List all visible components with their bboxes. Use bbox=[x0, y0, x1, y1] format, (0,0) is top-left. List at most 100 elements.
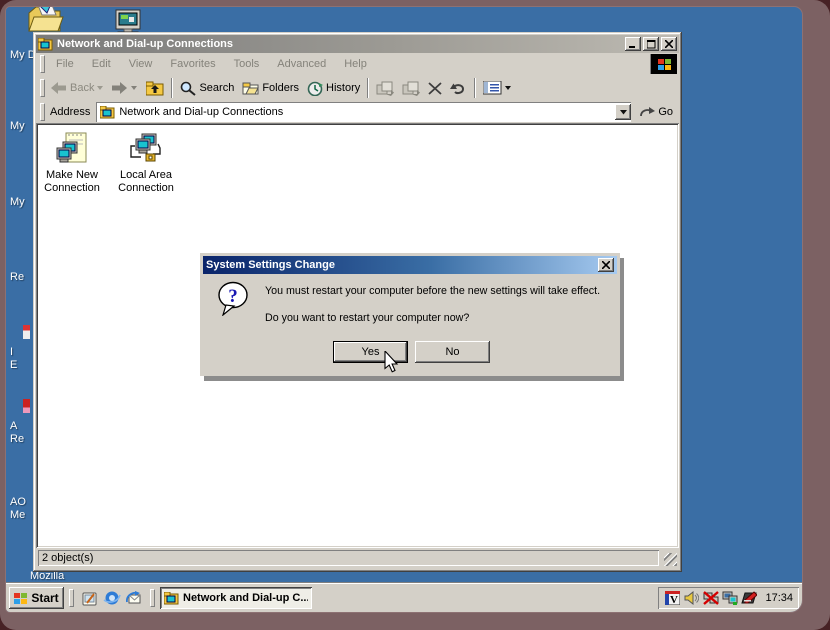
make-new-connection-icon bbox=[55, 132, 89, 166]
taskbar-clock[interactable]: 17:34 bbox=[765, 592, 793, 604]
search-icon bbox=[180, 81, 196, 96]
forward-button[interactable] bbox=[108, 80, 142, 96]
desktop: My D My My Re I E A Re AO Me Mozilla Net… bbox=[6, 7, 802, 612]
go-button[interactable]: Go bbox=[635, 104, 677, 120]
menu-advanced[interactable]: Advanced bbox=[268, 55, 335, 73]
toolbar: Back Search Folders bbox=[36, 75, 679, 101]
window-title: Network and Dial-up Connections bbox=[57, 38, 623, 50]
svg-text:V: V bbox=[670, 594, 678, 605]
address-bar: Address Network and Dial-up Connections … bbox=[36, 101, 679, 123]
menu-view[interactable]: View bbox=[120, 55, 162, 73]
rebar-grip[interactable] bbox=[40, 55, 45, 73]
folder-network-icon bbox=[38, 38, 53, 51]
windows-logo-icon bbox=[14, 592, 28, 605]
address-label: Address bbox=[50, 106, 90, 118]
move-to-button[interactable] bbox=[372, 79, 398, 98]
my-documents-icon[interactable] bbox=[26, 7, 64, 35]
local-area-connection-icon bbox=[129, 132, 163, 166]
svg-text:?: ? bbox=[228, 286, 238, 307]
outlook-express-icon[interactable] bbox=[123, 588, 145, 608]
internet-explorer-icon[interactable] bbox=[101, 588, 123, 608]
desktop-label[interactable]: My bbox=[10, 120, 25, 133]
show-desktop-icon[interactable] bbox=[79, 588, 101, 608]
views-button[interactable] bbox=[479, 79, 516, 97]
mouse-cursor bbox=[384, 351, 399, 373]
search-button[interactable]: Search bbox=[176, 79, 238, 98]
undo-button[interactable] bbox=[446, 80, 471, 97]
up-button[interactable] bbox=[142, 79, 168, 98]
desktop-label[interactable]: I E bbox=[10, 346, 17, 372]
copy-to-button[interactable] bbox=[398, 79, 424, 98]
address-input[interactable]: Network and Dial-up Connections bbox=[96, 102, 631, 122]
history-button[interactable]: History bbox=[303, 79, 364, 98]
maximize-button[interactable] bbox=[643, 37, 659, 51]
chevron-down-icon bbox=[505, 86, 512, 91]
views-icon bbox=[483, 81, 502, 95]
folders-icon bbox=[242, 81, 259, 95]
local-area-connection-item[interactable]: Local Area Connection bbox=[112, 132, 180, 195]
taskband-grip[interactable] bbox=[150, 589, 155, 607]
folder-network-icon bbox=[164, 592, 179, 605]
rebar-grip[interactable] bbox=[40, 79, 45, 97]
system-tray: V 17:34 bbox=[658, 587, 799, 609]
folders-button[interactable]: Folders bbox=[238, 79, 303, 97]
close-button[interactable] bbox=[661, 37, 677, 51]
back-button[interactable]: Back bbox=[47, 80, 108, 96]
volume-tray-icon[interactable] bbox=[683, 590, 700, 606]
dialog-message-line2: Do you want to restart your computer now… bbox=[265, 312, 469, 324]
desktop-label[interactable]: Re bbox=[10, 271, 24, 284]
address-value: Network and Dial-up Connections bbox=[119, 106, 283, 118]
dialog-title: System Settings Change bbox=[206, 259, 596, 271]
folders-label: Folders bbox=[262, 82, 299, 94]
make-new-connection-item[interactable]: Make New Connection bbox=[38, 132, 106, 195]
menu-tools[interactable]: Tools bbox=[225, 55, 269, 73]
status-text: 2 object(s) bbox=[42, 552, 93, 564]
no-button[interactable]: No bbox=[415, 341, 490, 363]
forward-icon bbox=[112, 82, 128, 94]
dialog-message-line1: You must restart your computer before th… bbox=[265, 285, 600, 297]
move-to-icon bbox=[376, 81, 394, 96]
dialog-titlebar[interactable]: System Settings Change bbox=[203, 256, 617, 274]
desktop-label[interactable]: A Re bbox=[10, 420, 24, 446]
window-titlebar[interactable]: Network and Dial-up Connections bbox=[36, 35, 679, 53]
menu-favorites[interactable]: Favorites bbox=[161, 55, 224, 73]
chevron-down-icon bbox=[97, 86, 104, 91]
toolbar-separator bbox=[367, 78, 369, 98]
dialog-body: ? You must restart your computer before … bbox=[203, 274, 617, 366]
start-label: Start bbox=[31, 591, 58, 605]
virus-scan-tray-icon[interactable]: V bbox=[664, 590, 681, 606]
question-icon: ? bbox=[217, 281, 250, 316]
delete-button[interactable] bbox=[424, 80, 446, 97]
go-label: Go bbox=[658, 106, 673, 118]
history-label: History bbox=[326, 82, 360, 94]
menu-edit[interactable]: Edit bbox=[83, 55, 120, 73]
menu-help[interactable]: Help bbox=[335, 55, 376, 73]
network-disconnected-tray-icon[interactable] bbox=[702, 590, 719, 606]
start-button[interactable]: Start bbox=[9, 587, 64, 609]
network-activity-tray-icon[interactable] bbox=[721, 590, 738, 606]
folder-network-icon bbox=[100, 106, 115, 119]
history-icon bbox=[307, 81, 323, 96]
yes-button-label: Yes bbox=[362, 346, 380, 358]
rebar-grip[interactable] bbox=[40, 103, 45, 121]
desktop-label[interactable]: My D bbox=[10, 49, 36, 62]
desktop-label[interactable]: My bbox=[10, 196, 25, 209]
toolbar-separator bbox=[171, 78, 173, 98]
status-pane: 2 object(s) bbox=[38, 550, 659, 566]
status-bar: 2 object(s) bbox=[36, 548, 679, 568]
minimize-button[interactable] bbox=[625, 37, 641, 51]
keyboard-tray-icon[interactable] bbox=[740, 590, 757, 606]
resize-grip[interactable] bbox=[664, 553, 677, 566]
desktop-label[interactable]: AO Me bbox=[10, 496, 26, 522]
quicklaunch-grip[interactable] bbox=[69, 589, 74, 607]
taskbar-task-button[interactable]: Network and Dial-up C... bbox=[160, 587, 312, 609]
desktop-icon-fragment bbox=[23, 399, 30, 413]
icon-label: Make New Connection bbox=[38, 169, 106, 195]
menu-file[interactable]: File bbox=[47, 55, 83, 73]
copy-to-icon bbox=[402, 81, 420, 96]
back-label: Back bbox=[70, 82, 94, 94]
dialog-close-button[interactable] bbox=[598, 258, 614, 272]
address-dropdown-button[interactable] bbox=[615, 104, 631, 120]
toolbar-separator bbox=[474, 78, 476, 98]
system-settings-dialog: System Settings Change ? You must restar… bbox=[200, 253, 620, 376]
